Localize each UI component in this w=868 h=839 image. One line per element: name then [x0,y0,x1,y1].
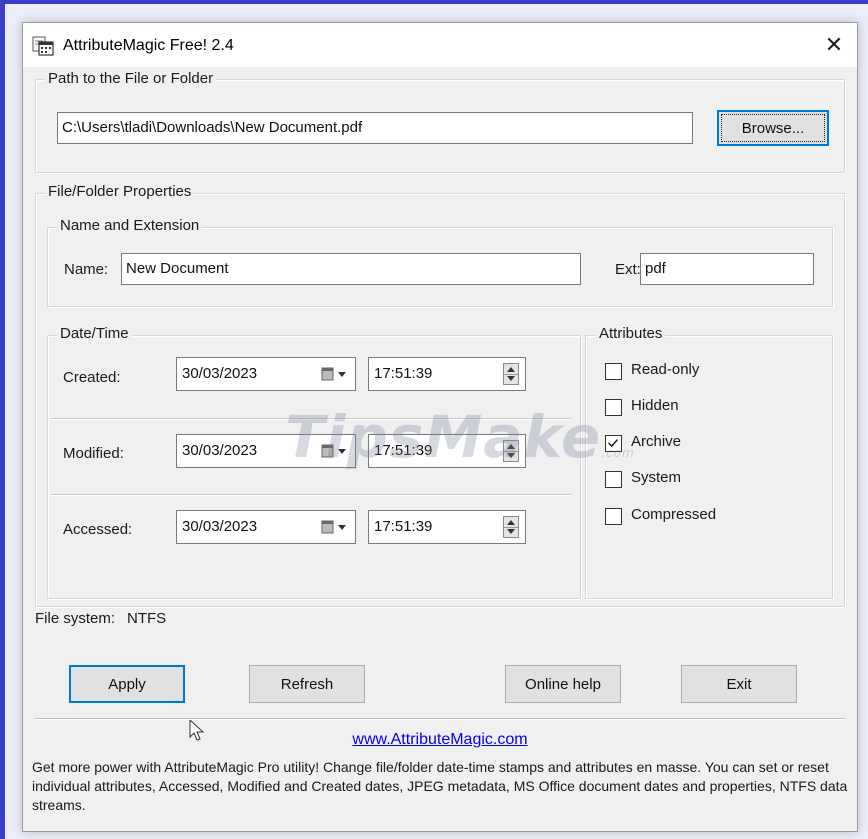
name-ext-legend: Name and Extension [57,217,203,234]
modified-date-picker[interactable]: 30/03/2023 [176,434,356,468]
modified-label: Modified: [63,445,124,462]
online-help-button[interactable]: Online help [505,665,621,703]
apply-button[interactable]: Apply [69,665,185,703]
created-time-spinner[interactable] [503,363,519,385]
modified-date-value: 30/03/2023 [182,442,258,459]
accessed-date-value: 30/03/2023 [182,518,258,535]
accessed-time-spinner[interactable] [503,516,519,538]
accessed-date-picker[interactable]: 30/03/2023 [176,510,356,544]
browse-button[interactable]: Browse... [717,110,829,146]
promo-text: Get more power with AttributeMagic Pro u… [32,759,848,813]
accessed-label: Accessed: [63,521,133,538]
spin-down-icon [507,376,515,381]
calendar-dropdown-icon [321,367,346,381]
app-calendar-icon [32,36,54,56]
modified-time-value: 17:51:39 [374,442,433,459]
path-group-legend: Path to the File or Folder [45,70,217,87]
spin-down-icon [507,529,515,534]
name-input[interactable]: New Document [121,253,581,285]
online-help-button-label: Online help [525,675,601,693]
calendar-dropdown-icon [321,520,346,534]
system-checkbox[interactable] [605,471,622,488]
window-title: AttributeMagic Free! 2.4 [63,37,234,54]
archive-checkbox[interactable] [605,435,622,452]
ext-input[interactable]: pdf [640,253,814,285]
accessed-time-picker[interactable]: 17:51:39 [368,510,526,544]
ext-label: Ext: [615,261,641,278]
screen-frame-top [0,0,868,4]
properties-group-legend: File/Folder Properties [45,183,195,200]
calendar-dropdown-icon [321,444,346,458]
browse-button-label: Browse... [741,119,805,137]
system-label[interactable]: System [631,469,681,486]
created-label: Created: [63,369,121,386]
screen-frame-left [0,0,5,839]
accessed-time-value: 17:51:39 [374,518,433,535]
created-time-value: 17:51:39 [374,365,433,382]
hidden-checkbox[interactable] [605,399,622,416]
title-bar[interactable]: AttributeMagic Free! 2.4 ✕ [23,23,857,67]
readonly-label[interactable]: Read-only [631,361,699,378]
spin-up-icon [507,444,515,449]
datetime-legend: Date/Time [57,325,132,342]
website-link[interactable]: www.AttributeMagic.com [23,731,857,749]
exit-button-label: Exit [726,675,752,693]
browse-button-focus: Browse... [721,114,825,142]
apply-button-label: Apply [108,675,146,693]
close-icon: ✕ [824,32,844,57]
spin-up-icon [507,520,515,525]
app-window: AttributeMagic Free! 2.4 ✕ Path to the F… [22,22,858,832]
path-input[interactable]: C:\Users\tladi\Downloads\New Document.pd… [57,112,693,144]
refresh-button-label: Refresh [280,675,334,693]
attributes-group [585,335,833,599]
spin-divider [504,451,518,452]
created-date-picker[interactable]: 30/03/2023 [176,357,356,391]
footer-separator [35,718,845,720]
name-label: Name: [64,261,109,278]
checkmark-icon [608,439,619,448]
close-button[interactable]: ✕ [811,23,857,67]
created-date-value: 30/03/2023 [182,365,258,382]
spin-up-icon [507,367,515,372]
spin-down-icon [507,453,515,458]
readonly-checkbox[interactable] [605,363,622,380]
hidden-label[interactable]: Hidden [631,397,679,414]
archive-label[interactable]: Archive [631,433,681,450]
exit-button[interactable]: Exit [681,665,797,703]
datetime-separator-2 [51,494,571,496]
created-time-picker[interactable]: 17:51:39 [368,357,526,391]
attributes-legend: Attributes [596,325,666,342]
modified-time-spinner[interactable] [503,440,519,462]
datetime-separator-1 [51,418,571,420]
spin-divider [504,527,518,528]
modified-time-picker[interactable]: 17:51:39 [368,434,526,468]
file-system-label: File system: [35,610,116,627]
file-system-value: NTFS [127,610,167,627]
compressed-checkbox[interactable] [605,508,622,525]
spin-divider [504,374,518,375]
compressed-label[interactable]: Compressed [631,506,716,523]
refresh-button[interactable]: Refresh [249,665,365,703]
